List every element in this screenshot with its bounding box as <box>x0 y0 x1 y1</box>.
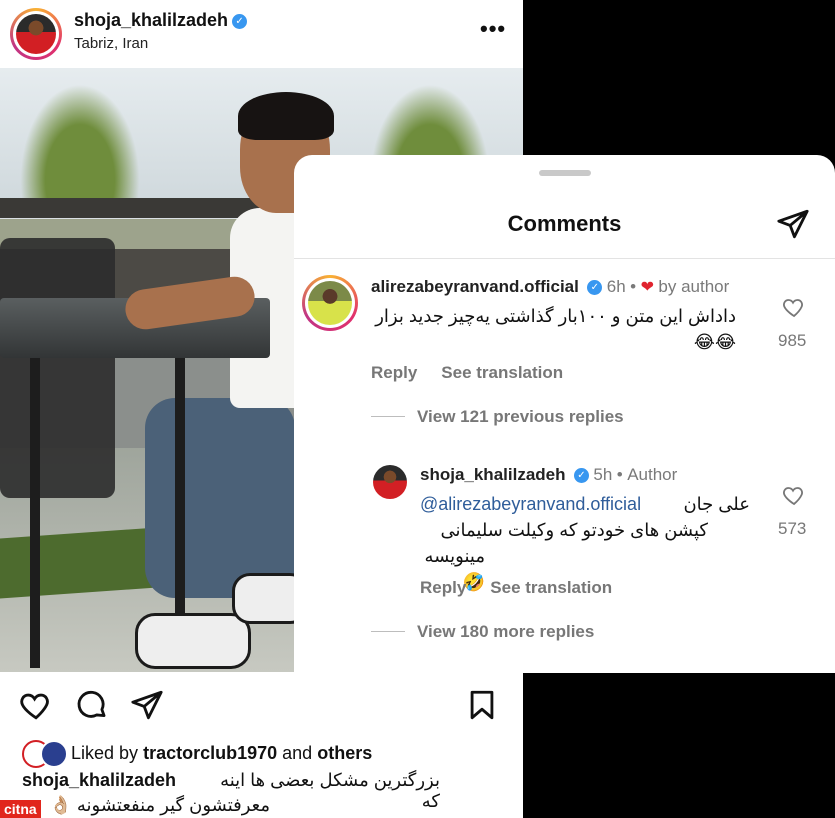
verified-badge-icon: ✓ <box>587 280 603 295</box>
bookmark-icon[interactable] <box>465 688 499 722</box>
see-translation-button[interactable]: See translation <box>490 578 612 597</box>
reply-text-line2: کپشن های خودتو که وکیلت سلیمانی <box>440 520 708 540</box>
divider <box>294 258 835 259</box>
liked-by-others[interactable]: others <box>317 743 372 763</box>
see-translation-button[interactable]: See translation <box>441 363 563 382</box>
like-count: 985 <box>778 331 807 350</box>
reply-header: shoja_khalilzadeh ✓ 5h • Author <box>420 465 678 484</box>
heart-icon[interactable] <box>19 688 53 722</box>
post-actions-bar <box>0 672 523 740</box>
red-heart-icon: ❤ <box>640 279 654 296</box>
view-previous-replies-button[interactable]: View 121 previous replies <box>417 407 624 427</box>
verified-badge-icon: ✓ <box>232 14 248 29</box>
liked-by-avatars <box>22 740 68 768</box>
by-author-label: by author <box>658 277 730 296</box>
comments-sheet: Comments alirezabeyranvand.official ✓ 6h… <box>294 155 835 673</box>
comment-header: alirezabeyranvand.official ✓ 6h • ❤ by a… <box>371 277 730 296</box>
comment-icon[interactable] <box>75 688 109 722</box>
post-header: shoja_khalilzadeh ✓ Tabriz, Iran ••• <box>0 0 523 68</box>
comment-time: 6h <box>606 277 626 296</box>
view-more-replies-button[interactable]: View 180 more replies <box>417 622 594 642</box>
more-options-icon[interactable]: ••• <box>480 16 506 42</box>
caption-username[interactable]: shoja_khalilzadeh <box>22 770 176 791</box>
watermark-logo: citna <box>0 800 41 818</box>
like-count: 573 <box>778 519 807 538</box>
sheet-drag-handle[interactable] <box>539 170 591 176</box>
caption-text-line2: معرفتشون گیر منفعتشونه 👌🏼 <box>49 795 270 815</box>
comment-actions: Reply See translation <box>371 363 587 383</box>
post-location[interactable]: Tabriz, Iran <box>74 35 148 52</box>
liked-by-row[interactable]: Liked by tractorclub1970 and others <box>22 740 372 768</box>
mention-link[interactable]: @alirezabeyranvand.official <box>420 494 641 514</box>
like-heart-icon[interactable] <box>781 295 807 319</box>
verified-badge-icon: ✓ <box>573 468 589 483</box>
post-author-avatar[interactable] <box>10 8 62 60</box>
reply-time: 5h <box>593 465 613 484</box>
reply-button[interactable]: Reply <box>420 578 466 597</box>
reply-text-line1: @alirezabeyranvand.official علی جان <box>420 494 750 514</box>
reply-avatar[interactable] <box>373 465 407 499</box>
like-heart-icon[interactable] <box>781 483 807 507</box>
reply-button[interactable]: Reply <box>371 363 417 382</box>
post-author-username[interactable]: shoja_khalilzadeh ✓ <box>74 10 248 31</box>
liked-by-user[interactable]: tractorclub1970 <box>143 743 277 763</box>
comment-avatar[interactable] <box>302 275 358 331</box>
comment-username[interactable]: alirezabeyranvand.official <box>371 277 579 296</box>
comments-title: Comments <box>507 211 622 236</box>
share-icon[interactable] <box>776 207 810 241</box>
reply-actions: Reply See translation <box>420 578 636 598</box>
share-icon[interactable] <box>130 688 164 722</box>
author-label: Author <box>627 465 678 484</box>
reply-username[interactable]: shoja_khalilzadeh <box>420 465 566 484</box>
comment-text: داداش این متن و ۱۰۰بار گذاشتی یه‌چیز جدی… <box>375 306 736 352</box>
